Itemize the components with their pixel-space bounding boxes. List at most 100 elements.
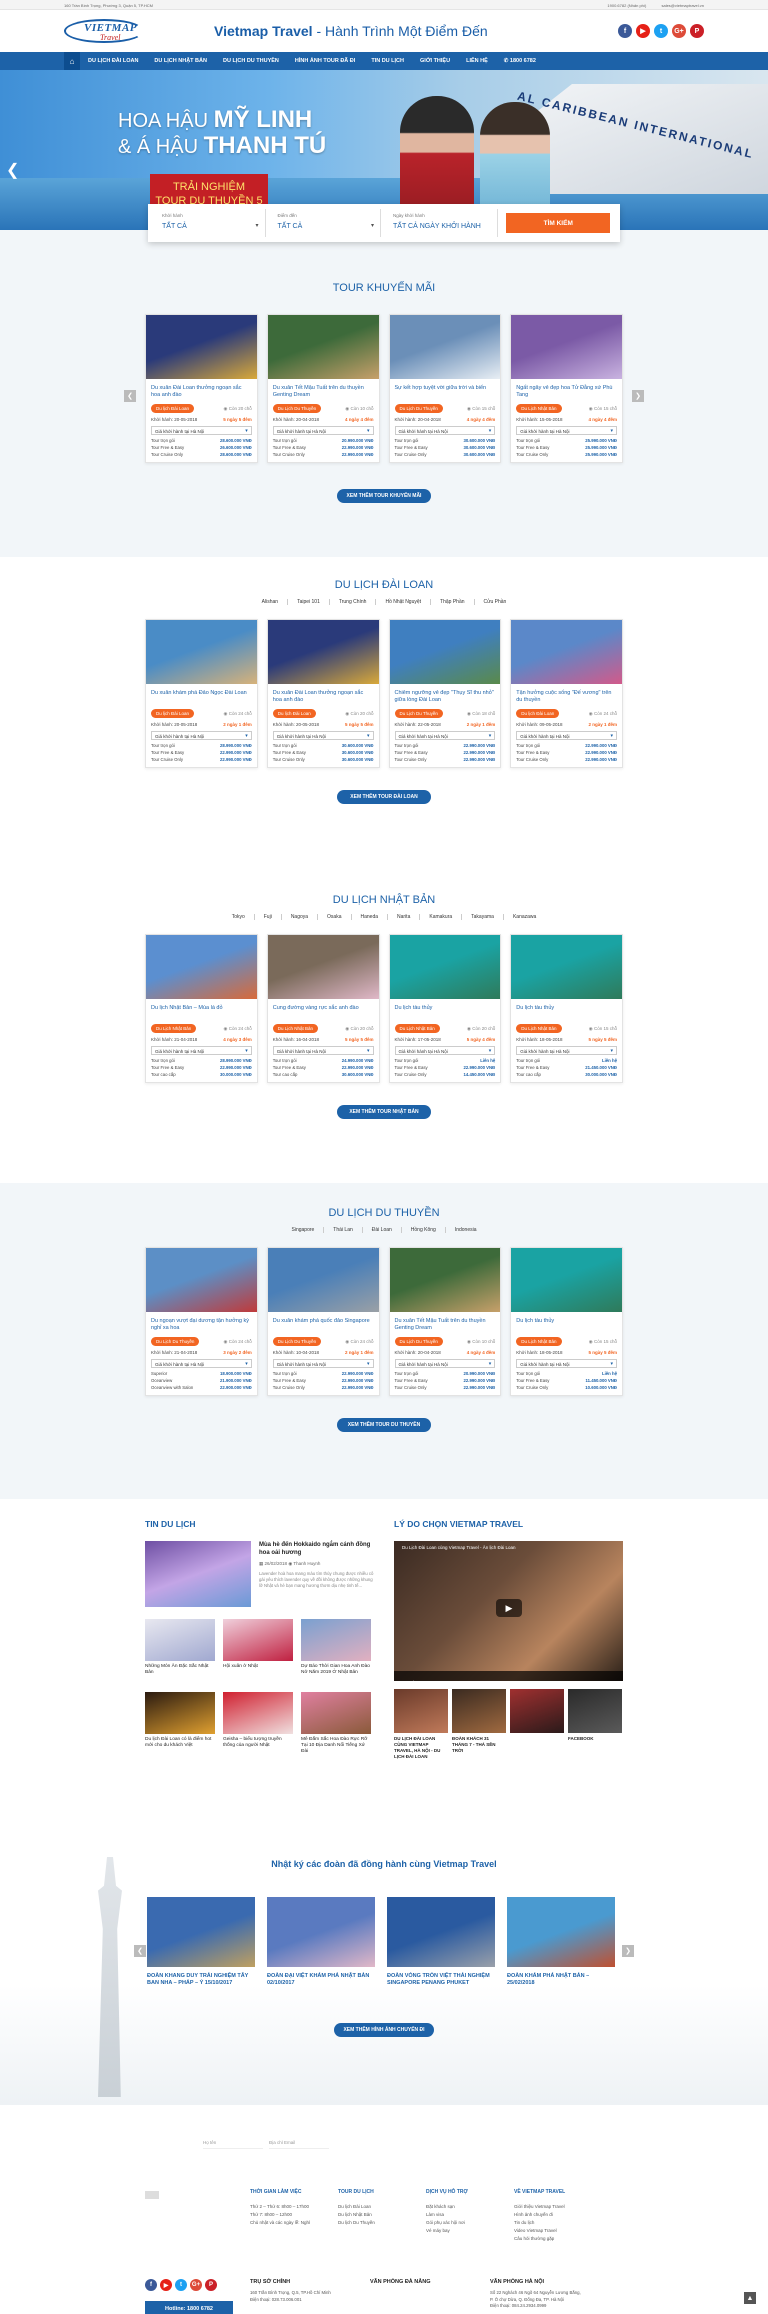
footer-link[interactable]: Đặt khách sạn <box>426 2203 514 2211</box>
tour-title[interactable]: Du xuân Tết Mậu Tuất trên du thuyền Gent… <box>268 379 379 403</box>
hotline-button[interactable]: Hotline: 1800 6782 <box>145 2301 233 2314</box>
journal-title[interactable]: ĐOÀN VỎNG TRÒN VIỆT THẢI NGHIỆM SINGAPOR… <box>387 1973 495 1987</box>
featured-news[interactable]: Mùa hè đến Hokkaido ngắm cánh đồng hoa o… <box>145 1541 374 1607</box>
tab-item[interactable]: Taipei 101 <box>288 599 330 605</box>
tour-category-badge[interactable]: Du Lịch Nhật Bản <box>151 1024 197 1033</box>
destination-select[interactable]: Điểm đến TẤT CẢ ▾ <box>274 209 381 237</box>
price-origin-select[interactable]: Giá khởi hành tại Hà Nội <box>516 731 617 740</box>
cruise-more-button[interactable]: XEM THÊM TOUR DU THUYỀN <box>337 1418 431 1432</box>
tour-card[interactable]: Du xuân khám phá Đảo Ngọc Đài Loan Du lịc… <box>145 619 258 768</box>
video-controls[interactable]: 00:00 / 01:37 <box>394 1671 623 1685</box>
price-origin-select[interactable]: Giá khởi hành tại Hà Nội <box>272 1046 374 1055</box>
tour-card[interactable]: Du lịch tàu thủy Du Lịch Nhật Bản ◉ Còn 15… <box>510 934 623 1083</box>
tab-item[interactable]: Fuji <box>255 914 282 920</box>
logo[interactable]: VIETMAP Travel <box>64 16 154 46</box>
news-image[interactable] <box>145 1619 215 1661</box>
journal-title[interactable]: ĐOÀN KHÁM PHÁ NHẬT BẢN – 25/02/2018 <box>507 1973 615 1987</box>
tab-item[interactable]: Kamakura <box>420 914 463 920</box>
nav-item-cruise[interactable]: DU LỊCH DU THUYỀN <box>215 58 287 64</box>
news-item[interactable]: Geisha – biểu tượng truyền thống của ngư… <box>223 1692 293 1757</box>
news-item-title[interactable]: Hội xuân ở Nhật <box>223 1664 293 1684</box>
tour-card[interactable]: Cung đường vàng rực sắc anh đào Du Lịch N… <box>266 934 380 1083</box>
tab-item[interactable]: Hồ Nhật Nguyệt <box>376 599 432 605</box>
search-button[interactable]: TÌM KIẾM <box>506 213 610 233</box>
news-image[interactable] <box>145 1692 215 1734</box>
news-image[interactable] <box>223 1692 293 1734</box>
nav-item-hotline[interactable]: ✆ 1800 6782 <box>496 58 544 64</box>
prev-arrow-icon[interactable]: ❮ <box>134 1945 146 1957</box>
price-origin-select[interactable]: Giá khởi hành tại Hà Nội <box>272 1359 374 1368</box>
video-thumb-image[interactable] <box>394 1689 448 1733</box>
footer-link[interactable]: Làm visa <box>426 2211 514 2219</box>
topbar-email[interactable]: sales@vietmaptravel.vn <box>661 3 704 8</box>
news-item-title[interactable]: Mê Đắm Sắc Hoa Đào Rực Rỡ Tại 10 Địa Dan… <box>301 1737 371 1757</box>
banner-prev-icon[interactable]: ❮ <box>6 160 19 180</box>
tour-card[interactable]: Du xuân khám phá quốc đảo Singapore Du Lị… <box>266 1247 380 1396</box>
tab-item[interactable]: Trung Chính <box>330 599 377 605</box>
tour-image[interactable] <box>146 1248 257 1312</box>
video-thumb[interactable] <box>510 1689 564 1760</box>
name-input[interactable]: Họ tên <box>203 2135 263 2149</box>
price-origin-select[interactable]: Giá khởi hành tại Hà Nội <box>394 1359 496 1368</box>
price-origin-select[interactable]: Giá khởi hành tại Hà Nội <box>394 731 496 740</box>
price-origin-select[interactable]: Giá khởi hành tại Hà Nội <box>272 731 374 740</box>
price-origin-select[interactable]: Giá khởi hành tại Hà Nội <box>151 1359 252 1368</box>
tour-title[interactable]: Du lịch tàu thủy <box>511 1312 622 1336</box>
tour-category-badge[interactable]: Du Lịch Nhật Bản <box>516 1337 562 1346</box>
tour-title[interactable]: Du xuân khám phá quốc đảo Singapore <box>268 1312 379 1336</box>
news-item[interactable]: Mê Đắm Sắc Hoa Đào Rực Rỡ Tại 10 Địa Dan… <box>301 1692 371 1757</box>
news-item[interactable]: Hội xuân ở Nhật <box>223 1619 293 1684</box>
journal-card[interactable]: ĐOÀN VỎNG TRÒN VIỆT THẢI NGHIỆM SINGAPOR… <box>387 1897 495 1987</box>
news-image[interactable] <box>301 1692 371 1734</box>
journal-title[interactable]: ĐOÀN ĐẠI VIỆT KHÁM PHÁ NHẬT BẢN 02/10/20… <box>267 1973 375 1987</box>
tour-title[interactable]: Chiêm ngưỡng vẻ đẹp "Thụy Sĩ thu nhỏ" gi… <box>390 684 501 708</box>
tour-card[interactable]: Du xuân Tết Mậu Tuất trên du thuyền Gent… <box>388 1247 502 1396</box>
tour-category-badge[interactable]: Du Lịch Nhật Bản <box>272 1024 319 1033</box>
facebook-icon[interactable]: f <box>145 2279 157 2291</box>
tab-item[interactable]: Alishan <box>253 599 289 605</box>
footer-link[interactable]: Video Vietmap Travel <box>514 2227 602 2235</box>
news-item[interactable]: Dự Báo Thời Gian Hoa Anh Đào Nở Năm 2019… <box>301 1619 371 1684</box>
tour-image[interactable] <box>267 620 379 684</box>
tab-item[interactable]: Thái Lan <box>324 1227 363 1233</box>
price-origin-select[interactable]: Giá khởi hành tại Hà Nội <box>516 1359 617 1368</box>
journal-card[interactable]: ĐOÀN ĐẠI VIỆT KHÁM PHÁ NHẬT BẢN 02/10/20… <box>267 1897 375 1987</box>
video-thumb-image[interactable] <box>568 1689 622 1733</box>
tour-title[interactable]: Du xuân Đài Loan thưởng ngoạn sắc hoa an… <box>268 684 379 708</box>
tour-title[interactable]: Cung đường vàng rực sắc anh đào <box>268 999 379 1023</box>
tab-item[interactable]: Thập Phần <box>431 599 475 605</box>
tour-title[interactable]: Du ngoạn vượt đại dương tận hưởng kỳ ngh… <box>146 1312 257 1336</box>
japan-more-button[interactable]: XEM THÊM TOUR NHẬT BẢN <box>337 1105 431 1119</box>
news-item-title[interactable]: Du lịch Đài Loan có là điểm hot mới cho … <box>145 1737 215 1757</box>
tour-title[interactable]: Tận hưởng cuộc sống "Đế vương" trên du t… <box>511 684 622 708</box>
tour-card[interactable]: Du ngoạn vượt đại dương tận hưởng kỳ ngh… <box>145 1247 258 1396</box>
nav-item-photos[interactable]: HÌNH ẢNH TOUR ĐÃ ĐI <box>287 58 363 64</box>
video-thumb-title[interactable]: FACEBOOK <box>568 1736 622 1742</box>
tour-image[interactable] <box>511 1248 622 1312</box>
tab-item[interactable]: Haneda <box>352 914 389 920</box>
price-origin-select[interactable]: Giá khởi hành tại Hà Nội <box>394 1046 496 1055</box>
tour-category-badge[interactable]: Du Lịch Nhật Bản <box>516 404 562 413</box>
tab-item[interactable]: Tokyo <box>223 914 255 920</box>
journal-title[interactable]: ĐOÀN KHANG DUY TRẢI NGHIỆM TÂY BAN NHA –… <box>147 1973 255 1987</box>
nav-item-news[interactable]: TIN DU LỊCH <box>363 58 412 64</box>
tour-category-badge[interactable]: Du Lịch Du Thuyền <box>272 404 322 413</box>
tour-title[interactable]: Ngất ngây vẻ đẹp hoa Tử Đằng xứ Phù Tang <box>511 379 622 403</box>
footer-link[interactable]: Du lịch Du Thuyền <box>338 2219 426 2227</box>
next-arrow-icon[interactable]: ❯ <box>632 390 644 402</box>
tour-image[interactable] <box>146 935 257 999</box>
tab-item[interactable]: Đài Loan <box>363 1227 402 1233</box>
tour-title[interactable]: Du lịch Nhật Bản – Mùa lá đỏ <box>146 999 257 1023</box>
tour-title[interactable]: Du xuân Tết Mậu Tuất trên du thuyền Gent… <box>390 1312 501 1336</box>
journal-image[interactable] <box>147 1897 255 1967</box>
video-thumb-image[interactable] <box>452 1689 506 1733</box>
next-arrow-icon[interactable]: ❯ <box>622 1945 634 1957</box>
tour-image[interactable] <box>146 620 257 684</box>
home-icon[interactable]: ⌂ <box>64 52 80 70</box>
tab-item[interactable]: Singapore <box>283 1227 325 1233</box>
tour-category-badge[interactable]: Du lịch Đài Loan <box>516 709 560 718</box>
youtube-icon[interactable]: ▶ <box>160 2279 172 2291</box>
journal-card[interactable]: ĐOÀN KHANG DUY TRẢI NGHIỆM TÂY BAN NHA –… <box>147 1897 255 1987</box>
video-thumb-title[interactable]: ĐOÀN KHÁCH 31 THÁNG 7 - THÁ SẼN TRỜI <box>452 1736 506 1754</box>
price-origin-select[interactable]: Giá khởi hành tại Hà Nội <box>516 426 617 435</box>
